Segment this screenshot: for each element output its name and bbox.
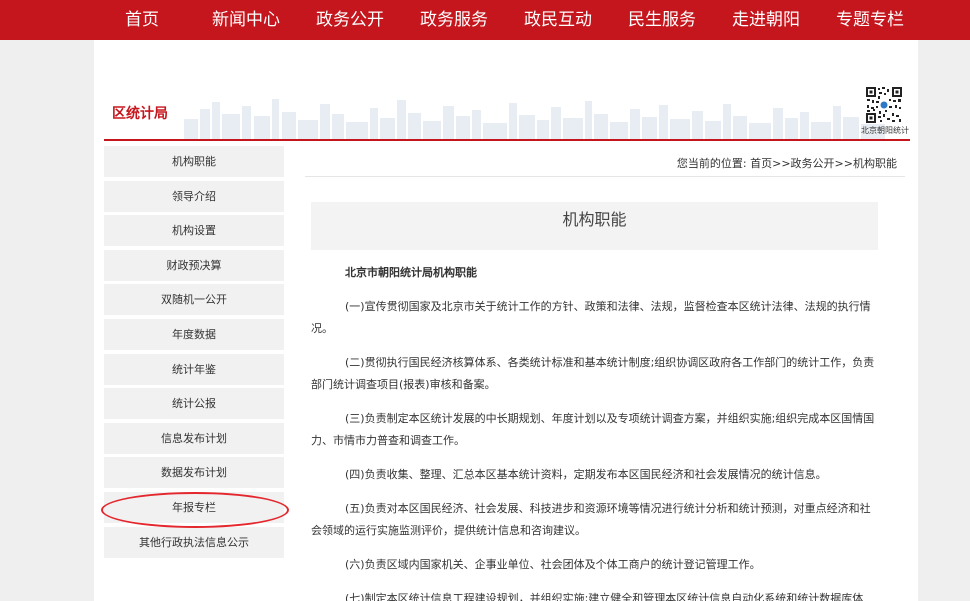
article-paragraph: (一)宣传贯彻国家及北京市关于统计工作的方针、政策和法律、法规，监督检查本区统计… [311,300,871,335]
sidebar-item-random-inspection[interactable]: 双随机一公开 [104,284,284,316]
sidebar-item-leaders[interactable]: 领导介绍 [104,180,284,212]
department-title: 区统计局 [112,106,168,122]
sidebar-item-communique[interactable]: 统计公报 [104,388,284,420]
nav-home[interactable]: 首页 [90,0,194,40]
sidebar-item-functions[interactable]: 机构职能 [104,146,284,177]
article-subtitle: 北京市朝阳统计局机构职能 [345,266,477,279]
article-paragraph: (二)贯彻执行国民经济核算体系、各类统计标准和基本统计制度;组织协调区政府各工作… [311,356,875,391]
sidebar-item-annual-data[interactable]: 年度数据 [104,318,284,350]
nav-government-affairs[interactable]: 政务公开 [298,0,402,40]
qr-caption: 北京朝阳统计 [861,126,909,135]
article-paragraph: (五)负责对本区国民经济、社会发展、科技进步和资源环境等情况进行统计分析和统计预… [311,502,871,537]
nav-news-center[interactable]: 新闻中心 [194,0,298,40]
article-paragraph: (六)负责区域内国家机关、企事业单位、社会团体及个体工商户的统计登记管理工作。 [345,558,761,571]
article-paragraph: (七)制定本区统计信息工程建设规划，并组织实施;建立健全和管理本区统计信息自动化… [345,592,864,601]
article-body: 北京市朝阳统计局机构职能 (一)宣传贯彻国家及北京市关于统计工作的方针、政策和法… [311,262,878,601]
nav-government-services[interactable]: 政务服务 [402,0,506,40]
sidebar-menu: 机构职能 领导介绍 机构设置 财政预决算 双随机一公开 年度数据 统计年鉴 统计… [104,146,284,561]
nav-about-chaoyang[interactable]: 走进朝阳 [714,0,818,40]
skyline-decoration [184,99,885,139]
article-paragraph: (三)负责制定本区统计发展的中长期规划、年度计划以及专项统计调查方案，并组织实施… [311,412,875,447]
department-banner: 区统计局 北京朝阳统计 [104,86,910,141]
sidebar-item-budget[interactable]: 财政预决算 [104,249,284,281]
sidebar-item-info-release-plan[interactable]: 信息发布计划 [104,422,284,454]
nav-interaction[interactable]: 政民互动 [506,0,610,40]
sidebar-item-enforcement-info[interactable]: 其他行政执法信息公示 [104,526,284,558]
qr-code-icon [865,86,903,124]
breadcrumb-divider [305,176,905,177]
sidebar-item-data-release-plan[interactable]: 数据发布计划 [104,457,284,489]
page-title: 机构职能 [311,202,878,250]
sidebar-item-structure[interactable]: 机构设置 [104,215,284,247]
breadcrumb: 您当前的位置: 首页>>政务公开>>机构职能 [676,157,897,170]
nav-livelihood-services[interactable]: 民生服务 [610,0,714,40]
sidebar-item-annual-report[interactable]: 年报专栏 [104,491,284,523]
top-navigation: 首页 新闻中心 政务公开 政务服务 政民互动 民生服务 走进朝阳 专题专栏 [0,0,970,40]
qr-code[interactable]: 北京朝阳统计 [861,86,909,136]
banner-divider [104,139,910,141]
sidebar-item-yearbook[interactable]: 统计年鉴 [104,353,284,385]
nav-special-topics[interactable]: 专题专栏 [818,0,922,40]
article-paragraph: (四)负责收集、整理、汇总本区基本统计资料，定期发布本区国民经济和社会发展情况的… [345,468,827,481]
